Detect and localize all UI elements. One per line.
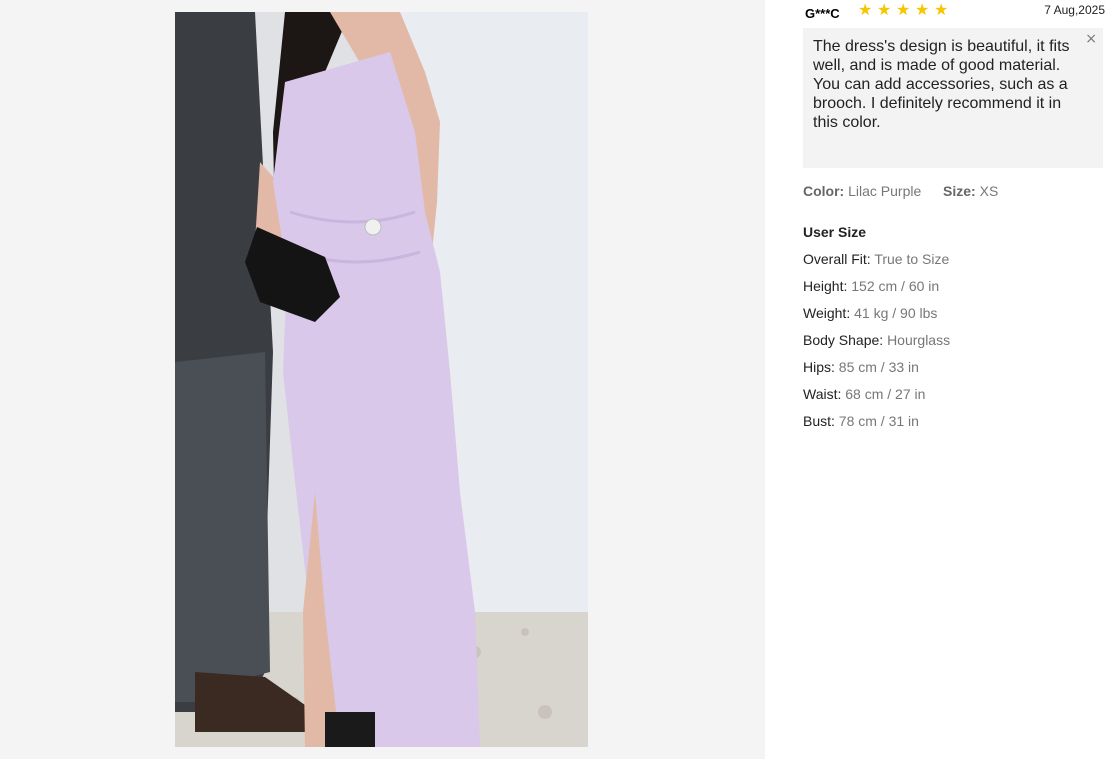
star-icon: ★ [915,0,930,19]
star-icon: ★ [858,0,873,19]
star-icon: ★ [934,0,949,19]
size-row-weight: Weight: 41 kg / 90 lbs [803,305,950,332]
size-row-hips: Hips: 85 cm / 33 in [803,359,950,386]
rating-stars: ★ ★ ★ ★ ★ [858,2,950,18]
size-row-label: Weight: [803,305,851,321]
size-row-bust: Bust: 78 cm / 31 in [803,413,950,440]
review-text: The dress's design is beautiful, it fits… [813,38,1070,131]
size-row-value: 85 cm / 33 in [838,359,919,375]
size-row-label: Body Shape: [803,332,884,348]
size-row-value: 152 cm / 60 in [851,278,940,294]
user-size-title: User Size [803,224,867,240]
color-label: Color: [803,183,845,199]
review-detail-panel: G***C ★ ★ ★ ★ ★ 7 Aug,2025 × The dress's… [765,0,1116,759]
size-row-value: Hourglass [887,332,951,348]
product-attributes: Color: Lilac Purple Size: XS [803,183,998,199]
size-row-label: Bust: [803,413,835,429]
star-icon: ★ [877,0,892,19]
review-photo-illustration [175,12,588,747]
size-row-label: Overall Fit: [803,251,871,267]
close-icon[interactable]: × [1085,30,1097,49]
star-icon: ★ [896,0,911,19]
size-row-height: Height: 152 cm / 60 in [803,278,950,305]
size-row-overall-fit: Overall Fit: True to Size [803,251,950,278]
size-row-label: Height: [803,278,848,294]
size-row-value: 41 kg / 90 lbs [854,305,938,321]
size-row-value: 68 cm / 27 in [845,386,926,402]
review-photo[interactable] [175,12,588,747]
size-row-body-shape: Body Shape: Hourglass [803,332,950,359]
user-size-list: Overall Fit: True to Size Height: 152 cm… [803,251,950,440]
size-row-waist: Waist: 68 cm / 27 in [803,386,950,413]
size-row-value: True to Size [874,251,950,267]
color-value: Lilac Purple [848,183,922,199]
reviewer-name: G***C [805,6,840,21]
size-row-label: Waist: [803,386,842,402]
review-date: 7 Aug,2025 [1044,3,1105,17]
review-text-box: × The dress's design is beautiful, it fi… [803,28,1103,168]
review-image-viewer [0,0,765,759]
size-row-label: Hips: [803,359,835,375]
size-row-value: 78 cm / 31 in [838,413,919,429]
size-value: XS [979,183,999,199]
size-label: Size: [943,183,976,199]
